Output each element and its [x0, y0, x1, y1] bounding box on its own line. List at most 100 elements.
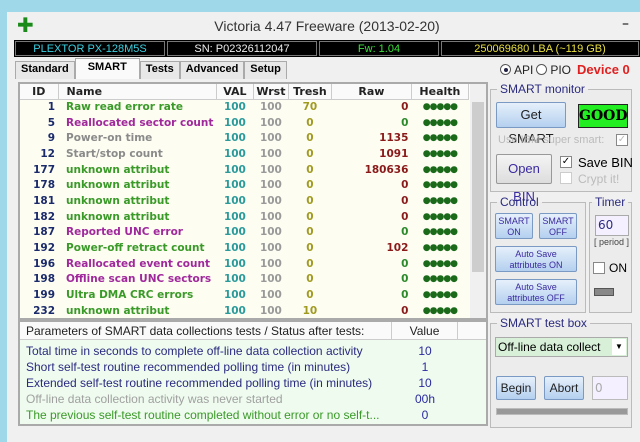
smart-off-button[interactable]: SMART OFF	[539, 213, 577, 239]
attr-name: Reallocated sector count	[66, 116, 214, 129]
smart-monitor-title: SMART monitor	[500, 82, 585, 96]
table-row[interactable]: 181 unknown attribut 100 100 0 0 ●●●●●	[20, 193, 468, 209]
col-health[interactable]: Health	[411, 84, 469, 100]
attr-id: 199	[33, 289, 55, 302]
table-row[interactable]: 196 Reallocated event count 100 100 0 0 ●●●●●	[20, 256, 468, 272]
attr-val: 100	[223, 273, 246, 286]
tab-standard[interactable]: Standard	[15, 61, 75, 79]
table-row[interactable]: 5 Reallocated sector count 100 100 0 0 ●●●●●	[20, 115, 468, 131]
attr-threshold: 0	[306, 194, 314, 207]
table-row[interactable]: 198 Offline scan UNC sectors 100 100 0 0 ●●●●●	[20, 272, 468, 288]
attr-health: ●●●●●	[422, 102, 458, 113]
attr-val: 100	[223, 226, 246, 239]
drive-model: PLEXTOR PX-128M5S	[15, 41, 165, 56]
chevron-down-icon[interactable]: ▼	[612, 339, 626, 355]
attr-name: Power-on time	[66, 132, 153, 145]
col-id[interactable]: ID	[20, 84, 59, 100]
table-row[interactable]: 177 unknown attribut 100 100 0 180636 ●●●●●	[20, 162, 468, 178]
table-row[interactable]: 232 unknown attribut 100 100 10 0 ●●●●●	[20, 303, 468, 319]
attr-id: 9	[47, 132, 55, 145]
attr-health: ●●●●●	[422, 305, 458, 316]
attr-name: Start/stop count	[66, 147, 163, 160]
attr-health: ●●●●●	[422, 148, 458, 159]
attr-id: 182	[33, 210, 55, 223]
attr-name: Power-off retract count	[66, 242, 205, 255]
table-row[interactable]: 182 unknown attribut 100 100 0 0 ●●●●●	[20, 209, 468, 225]
params-header: Parameters of SMART data collections tes…	[20, 322, 486, 340]
table-row[interactable]: 187 Reported UNC error 100 100 0 0 ●●●●●	[20, 225, 468, 241]
save-bin-checkbox[interactable]: ✓	[560, 156, 572, 168]
attr-raw: 0	[401, 273, 409, 286]
table-scrollbar[interactable]	[470, 84, 486, 318]
auto-save-off-button[interactable]: Auto Save attributes OFF	[495, 279, 577, 305]
attr-health: ●●●●●	[422, 180, 458, 191]
tab-tests[interactable]: Tests	[139, 61, 180, 79]
timer-period-label: [ period ]	[594, 237, 630, 247]
attr-name: unknown attribut	[66, 304, 170, 317]
attr-threshold: 0	[306, 179, 314, 192]
col-raw[interactable]: Raw	[331, 84, 412, 100]
attr-threshold: 10	[302, 304, 318, 317]
ibm-super-smart-checkbox[interactable]: ✓	[616, 134, 628, 146]
smart-on-button[interactable]: SMART ON	[495, 213, 533, 239]
attr-threshold: 0	[306, 116, 314, 129]
table-row[interactable]: 12 Start/stop count 100 100 0 1091 ●●●●●	[20, 146, 468, 162]
window-title: Victoria 4.47 Freeware (2013-02-20)	[214, 18, 440, 34]
open-bin-button[interactable]: Open BIN	[496, 154, 552, 204]
attr-raw: 0	[401, 179, 409, 192]
attr-raw: 1135	[379, 132, 409, 145]
timer-on-checkbox[interactable]	[593, 262, 605, 274]
tab-advanced[interactable]: Advanced	[179, 61, 245, 79]
col-wrst[interactable]: Wrst	[253, 84, 289, 100]
test-type-select[interactable]: Off-line data collect ▼	[495, 337, 628, 357]
control-title: Control	[500, 195, 539, 209]
minimize-button[interactable]: –	[622, 16, 629, 32]
auto-save-on-button[interactable]: Auto Save attributes ON	[495, 246, 577, 272]
api-radio[interactable]	[500, 64, 511, 75]
pio-radio[interactable]	[536, 64, 548, 75]
timer-title: Timer	[595, 195, 626, 209]
table-row[interactable]: 178 unknown attribut 100 100 0 0 ●●●●●	[20, 177, 468, 193]
param-row: Extended self-test routine recommended p…	[20, 375, 486, 391]
col-val[interactable]: VAL	[216, 84, 254, 100]
attr-worst: 100	[259, 163, 282, 176]
attr-val: 100	[223, 116, 246, 129]
table-row[interactable]: 1 Raw read error rate 100 100 70 0 ●●●●●	[20, 99, 468, 115]
attr-worst: 100	[259, 304, 282, 317]
timer-period-input[interactable]: 60	[595, 215, 629, 236]
crypt-label: Crypt it!	[578, 172, 620, 186]
param-value: 10	[418, 376, 432, 390]
scrollbar-thumb[interactable]	[472, 102, 484, 272]
table-row[interactable]: 9 Power-on time 100 100 0 1135 ●●●●●	[20, 130, 468, 146]
param-value: 10	[418, 344, 432, 358]
attr-worst: 100	[259, 179, 282, 192]
param-label: Off-line data collection activity was ne…	[26, 392, 283, 406]
abort-button[interactable]: Abort	[544, 376, 584, 400]
param-label: Short self-test routine recommended poll…	[26, 360, 351, 374]
tab-setup[interactable]: Setup	[244, 61, 287, 79]
drive-capacity: 250069680 LBA (~119 GB)	[441, 41, 639, 56]
get-smart-button[interactable]: Get SMART	[496, 102, 566, 146]
attr-threshold: 0	[306, 289, 314, 302]
col-name[interactable]: Name	[58, 84, 217, 100]
attr-threshold: 0	[306, 273, 314, 286]
begin-button[interactable]: Begin	[496, 376, 536, 400]
save-bin-label: Save BIN	[578, 155, 633, 170]
table-row[interactable]: 199 Ultra DMA CRC errors 100 100 0 0 ●●●●●	[20, 287, 468, 303]
table-row[interactable]: 192 Power-off retract count 100 100 0 102 ●●●●…	[20, 240, 468, 256]
param-row: Off-line data collection activity was ne…	[20, 391, 486, 407]
params-value-header: Value	[392, 322, 458, 339]
attr-threshold: 0	[306, 163, 314, 176]
attr-raw: 0	[401, 210, 409, 223]
attr-val: 100	[223, 194, 246, 207]
attr-worst: 100	[259, 194, 282, 207]
attr-worst: 100	[259, 147, 282, 160]
tab-smart[interactable]: SMART	[74, 58, 140, 79]
attr-threshold: 0	[306, 132, 314, 145]
param-value: 0	[421, 408, 429, 422]
attr-name: unknown attribut	[66, 179, 170, 192]
attr-id: 178	[33, 179, 55, 192]
attr-name: unknown attribut	[66, 194, 170, 207]
crypt-checkbox[interactable]	[560, 172, 572, 184]
col-tresh[interactable]: Tresh	[288, 84, 332, 100]
